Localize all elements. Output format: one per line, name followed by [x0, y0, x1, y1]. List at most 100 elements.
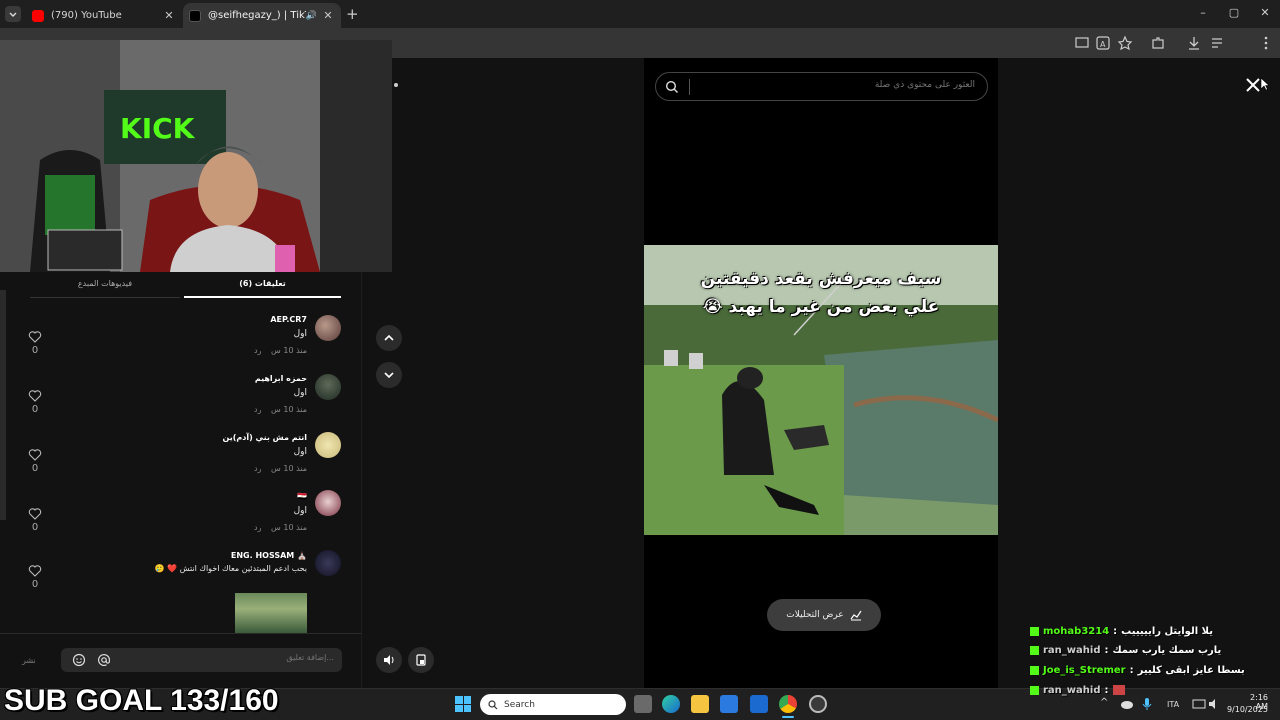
edge-icon[interactable]	[662, 695, 680, 713]
speaker-icon[interactable]: 🔊	[306, 11, 317, 21]
extensions-icon[interactable]	[1150, 35, 1166, 51]
mini-player-button[interactable]	[408, 647, 434, 673]
dot-icon	[394, 83, 398, 87]
mention-icon[interactable]	[97, 653, 111, 667]
comment-author[interactable]: حمزه ابراهيم	[255, 374, 307, 383]
comment-author[interactable]: انتم مش بني (آدم)ين	[223, 433, 308, 442]
reply-link[interactable]: رد	[254, 523, 261, 532]
like-count: 0	[31, 579, 39, 590]
maximize-button[interactable]: ▢	[1219, 4, 1249, 22]
chevron-down-icon	[9, 12, 17, 17]
more-menu-icon[interactable]	[1258, 35, 1274, 51]
comment-author[interactable]: 🇪🇬	[297, 492, 307, 501]
translate-icon[interactable]: A	[1095, 35, 1111, 51]
close-tab-icon[interactable]: ✕	[162, 9, 176, 22]
active-app-indicator	[782, 716, 794, 718]
video-frame[interactable]: سيف ميعرفش يقعد دقيقتين علي بعض من غير م…	[644, 245, 998, 535]
reading-list-icon[interactable]	[1209, 35, 1225, 51]
comment-author[interactable]: ENG. HOSSAM ⛪	[231, 551, 307, 560]
app-icon[interactable]	[809, 695, 827, 713]
close-tab-icon[interactable]: ✕	[321, 9, 335, 22]
chat-message: mohab3214 : يلا الوايتل رايييييب	[1030, 622, 1213, 640]
comment-text: اول	[293, 506, 307, 516]
comment-image[interactable]	[235, 593, 307, 633]
more-options-icon[interactable]	[392, 78, 400, 92]
taskbar-search[interactable]: Search	[480, 694, 626, 715]
previous-video-button[interactable]	[376, 325, 402, 351]
like-count: 0	[31, 463, 39, 474]
taskbar-search-label: Search	[504, 699, 535, 710]
heart-icon[interactable]	[28, 389, 42, 403]
microphone-icon[interactable]	[1142, 697, 1152, 711]
comment-text: بحب ادعم المبتدئين معاك اخواك انتش ❤️ 🥲	[154, 564, 307, 573]
avatar[interactable]	[315, 315, 341, 341]
chat-user: ran_wahid	[1043, 644, 1101, 656]
task-view-icon[interactable]	[634, 695, 652, 713]
chrome-icon[interactable]	[779, 695, 797, 713]
comment-item: ENG. HOSSAM ⛪ بحب ادعم المبتدئين معاك اخ…	[0, 548, 362, 633]
download-icon[interactable]	[1186, 35, 1202, 51]
heart-icon[interactable]	[28, 448, 42, 462]
comment-text: اول	[293, 447, 307, 457]
reply-link[interactable]: رد	[254, 405, 261, 414]
chat-text: يارب سمك يارب سمك	[1112, 644, 1222, 656]
comment-item: حمزه ابراهيم اول منذ 10 س رد 0	[0, 371, 362, 429]
comment-field[interactable]	[61, 648, 342, 672]
search-bar[interactable]	[655, 72, 988, 101]
chevron-down-icon	[384, 372, 394, 379]
emoji-icon[interactable]	[72, 653, 86, 667]
bookmark-star-icon[interactable]	[1117, 35, 1133, 51]
svg-text:A: A	[1100, 40, 1106, 49]
reply-link[interactable]: رد	[254, 464, 261, 473]
avatar[interactable]	[315, 490, 341, 516]
tab-title: @seifhegazy_) | TikTok(+99)	[208, 10, 306, 21]
minimize-button[interactable]: –	[1188, 4, 1218, 22]
tab-creator-videos[interactable]: فيديوهات المبدع	[30, 276, 180, 298]
logo-tile	[455, 696, 463, 704]
comment-time: منذ 10 س	[271, 405, 307, 414]
outlook-icon[interactable]	[750, 695, 768, 713]
heart-icon[interactable]	[28, 330, 42, 344]
reply-link[interactable]: رد	[254, 346, 261, 355]
file-explorer-icon[interactable]	[691, 695, 709, 713]
tab-search-button[interactable]	[5, 6, 21, 22]
close-window-button[interactable]: ✕	[1250, 4, 1280, 22]
volume-button[interactable]	[376, 647, 402, 673]
cast-icon[interactable]	[1074, 35, 1090, 51]
picture-in-picture-icon	[416, 654, 426, 666]
post-button[interactable]: نشر	[22, 656, 36, 665]
chat-message: ran_wahid :	[1030, 681, 1125, 699]
search-icon[interactable]	[665, 80, 679, 94]
comment-item: انتم مش بني (آدم)ين اول منذ 10 س رد 0	[0, 430, 362, 488]
tab-tiktok[interactable]: @seifhegazy_) | TikTok(+99) 🔊 ✕	[183, 3, 341, 28]
next-video-button[interactable]	[376, 362, 402, 388]
avatar[interactable]	[315, 374, 341, 400]
tab-comments[interactable]: (6) تعليقات	[184, 276, 341, 298]
clock-date[interactable]: 9/10/2025	[1226, 705, 1268, 714]
webcam-overlay: KICK	[0, 40, 392, 272]
kick-badge-icon	[1030, 645, 1039, 655]
comment-author[interactable]: AEP.CR7	[270, 315, 307, 324]
store-icon[interactable]	[720, 695, 738, 713]
language-indicator[interactable]: ITA	[1167, 700, 1179, 709]
heart-icon[interactable]	[28, 564, 42, 578]
comment-input[interactable]	[134, 653, 334, 662]
search-input[interactable]	[705, 80, 975, 90]
new-tab-button[interactable]: +	[346, 5, 359, 23]
volume-icon[interactable]	[1208, 698, 1220, 710]
windows-start-icon[interactable]	[455, 696, 471, 712]
tab-youtube[interactable]: (790) YouTube ✕	[26, 3, 182, 28]
browser-tab-bar: (790) YouTube ✕ @seifhegazy_) | TikTok(+…	[0, 0, 1280, 28]
view-analytics-button[interactable]: عرض التحليلات	[767, 599, 881, 631]
chevron-up-icon	[384, 334, 394, 341]
avatar[interactable]	[315, 432, 341, 458]
onedrive-icon[interactable]	[1120, 698, 1134, 710]
chat-text: بسطا عايز ابقى كليير	[1137, 664, 1245, 676]
chat-text: يلا الوايتل رايييييب	[1121, 625, 1213, 637]
chat-separator: :	[1113, 625, 1118, 637]
network-icon[interactable]	[1192, 698, 1206, 710]
like-count: 0	[31, 404, 39, 415]
heart-icon[interactable]	[28, 507, 42, 521]
avatar[interactable]	[315, 550, 341, 576]
youtube-icon	[32, 9, 44, 22]
